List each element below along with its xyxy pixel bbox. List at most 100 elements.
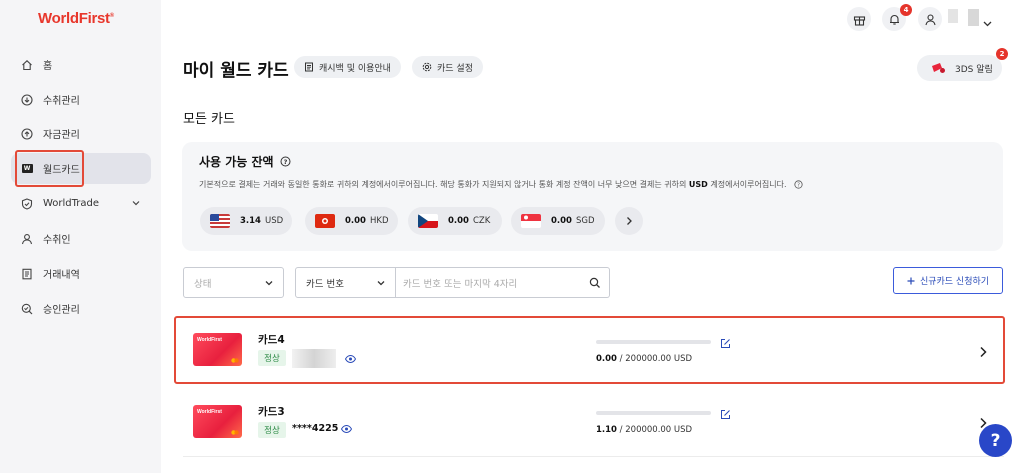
sidebar-item-label: 자금관리 <box>43 130 80 141</box>
edit-icon[interactable] <box>720 405 731 424</box>
help-button[interactable]: ? <box>979 424 1012 457</box>
status-select-placeholder: 상태 <box>194 278 212 290</box>
card-row[interactable]: WorldFirst 카드3 정상 ****4225 1.10 / 200000… <box>183 389 1004 455</box>
divider <box>183 456 1004 457</box>
plus-icon <box>907 277 915 285</box>
limit-amount: / 200000.00 USD <box>616 425 693 435</box>
search-icon[interactable] <box>589 277 601 292</box>
sidebar-item-home[interactable]: 홈 <box>11 49 151 80</box>
currency-chip-sgd[interactable]: 0.00 SGD <box>511 207 605 235</box>
funds-icon <box>21 127 33 140</box>
sidebar-item-label: 수취관리 <box>43 96 80 107</box>
chevron-right-icon <box>627 217 632 225</box>
card-number-text: ****4225 <box>292 423 339 434</box>
sidebar-item-label: 승인관리 <box>43 305 80 316</box>
card-settings-button[interactable]: 카드 설정 <box>412 56 483 78</box>
search-field-select-value: 카드 번호 <box>306 278 344 290</box>
3ds-badge: 2 <box>996 48 1008 60</box>
used-amount: 1.10 <box>596 425 617 435</box>
limit-text: 1.10 / 200000.00 USD <box>596 425 692 435</box>
document-icon <box>304 62 314 72</box>
sidebar-item-label: 홈 <box>43 61 53 72</box>
new-card-label: 신규카드 신청하기 <box>919 277 990 287</box>
currency-chip-usd[interactable]: 3.14 USD <box>200 207 292 235</box>
card-settings-label: 카드 설정 <box>437 63 473 74</box>
currency-code: CZK <box>472 216 491 226</box>
page-title: 마이 월드 카드 <box>183 61 289 81</box>
eye-icon[interactable] <box>341 424 353 433</box>
currency-chip-czk[interactable]: 0.00 CZK <box>408 207 502 235</box>
sidebar-item-label: 거래내역 <box>43 270 80 281</box>
status-select[interactable]: 상태 <box>183 267 284 298</box>
sidebar-item-receive[interactable]: 수취관리 <box>11 84 151 115</box>
balance-panel: 사용 가능 잔액 ? 기본적으로 결제는 거래와 동일한 통화로 귀하의 계정에… <box>182 142 1003 251</box>
balance-title-text: 사용 가능 잔액 <box>199 155 274 169</box>
us-flag-icon <box>210 214 230 228</box>
transactions-icon <box>21 268 33 280</box>
new-card-button[interactable]: 신규카드 신청하기 <box>893 267 1003 294</box>
cashback-guide-button[interactable]: 캐시백 및 이용안내 <box>294 56 401 78</box>
card-brand-logo: WorldFirst <box>197 409 222 415</box>
balance-desc-bold: USD <box>688 180 708 189</box>
sidebar-item-transactions[interactable]: 거래내역 <box>11 258 151 289</box>
sidebar-item-funds[interactable]: 자금관리 <box>11 118 151 149</box>
cashback-guide-label: 캐시백 및 이용안내 <box>319 63 391 74</box>
limit-progress-bar <box>596 411 711 415</box>
card-number: ****4225 <box>292 423 353 434</box>
sg-flag-icon <box>521 214 541 228</box>
highlight-frame <box>174 316 1005 384</box>
worldtrade-icon <box>21 197 33 210</box>
approval-icon <box>21 303 33 315</box>
account-chevron-down-icon[interactable] <box>983 13 992 32</box>
svg-text:?: ? <box>283 158 287 166</box>
svg-text:?: ? <box>797 183 800 189</box>
balance-title: 사용 가능 잔액 ? <box>199 153 291 170</box>
sidebar-item-label: 수취인 <box>43 235 71 246</box>
currency-amount: 0.00 <box>448 216 469 226</box>
receive-icon <box>21 93 33 106</box>
user-icon <box>924 13 936 25</box>
3ds-notification-button[interactable]: 3DS 알림 <box>917 55 1002 81</box>
3ds-gift-icon <box>930 60 946 79</box>
highlight-frame <box>15 150 84 187</box>
currency-next-button[interactable] <box>615 207 643 235</box>
account-avatar-redacted[interactable] <box>968 9 979 26</box>
currency-amount: 0.00 <box>551 216 572 226</box>
status-badge: 정상 <box>258 422 286 438</box>
card-search-placeholder: 카드 번호 또는 마지막 4자리 <box>403 278 518 290</box>
home-icon <box>21 59 33 71</box>
currency-code: HKD <box>369 216 389 226</box>
sidebar-item-recipient[interactable]: 수취인 <box>11 223 151 254</box>
mastercard-icon <box>231 430 239 435</box>
cz-flag-icon <box>418 214 438 228</box>
chevron-down-icon <box>264 278 274 291</box>
balance-desc-post: 계정에서이루어집니다. <box>707 180 787 189</box>
sidebar-item-label: WorldTrade <box>43 198 100 209</box>
account-name-redacted <box>948 9 958 23</box>
help-circle-icon[interactable]: ? <box>794 180 803 189</box>
balance-desc-pre: 기본적으로 결제는 거래와 동일한 통화로 귀하의 계정에서이루어집니다. 해당… <box>199 180 689 189</box>
card-thumbnail: WorldFirst <box>193 405 242 438</box>
currency-amount: 3.14 <box>240 216 261 226</box>
sidebar-item-worldtrade[interactable]: WorldTrade <box>11 188 151 219</box>
currency-chip-hkd[interactable]: 0.00 HKD <box>305 207 398 235</box>
gift-button[interactable] <box>847 7 871 31</box>
recipient-icon <box>21 233 33 245</box>
sidebar-item-approval[interactable]: 승인관리 <box>11 293 151 324</box>
section-title: 모든 카드 <box>183 112 235 127</box>
hk-flag-icon <box>315 214 335 228</box>
currency-code: SGD <box>575 216 595 226</box>
currency-code: USD <box>264 216 284 226</box>
card-search-input[interactable]: 카드 번호 또는 마지막 4자리 <box>396 267 610 298</box>
notification-badge: 4 <box>900 4 912 16</box>
3ds-label: 3DS 알림 <box>955 64 993 75</box>
gear-icon <box>422 62 432 72</box>
help-circle-icon[interactable]: ? <box>280 156 291 167</box>
sidebar: WorldFirst® 홈 수취관리 자금관리 W 월드카드 WorldTrad… <box>0 0 161 473</box>
profile-button[interactable] <box>918 7 942 31</box>
logo[interactable]: WorldFirst® <box>38 10 114 27</box>
bell-icon <box>889 14 899 25</box>
search-field-select[interactable]: 카드 번호 <box>295 267 396 298</box>
card-name: 카드3 <box>258 406 285 418</box>
chevron-down-icon[interactable] <box>131 198 141 211</box>
